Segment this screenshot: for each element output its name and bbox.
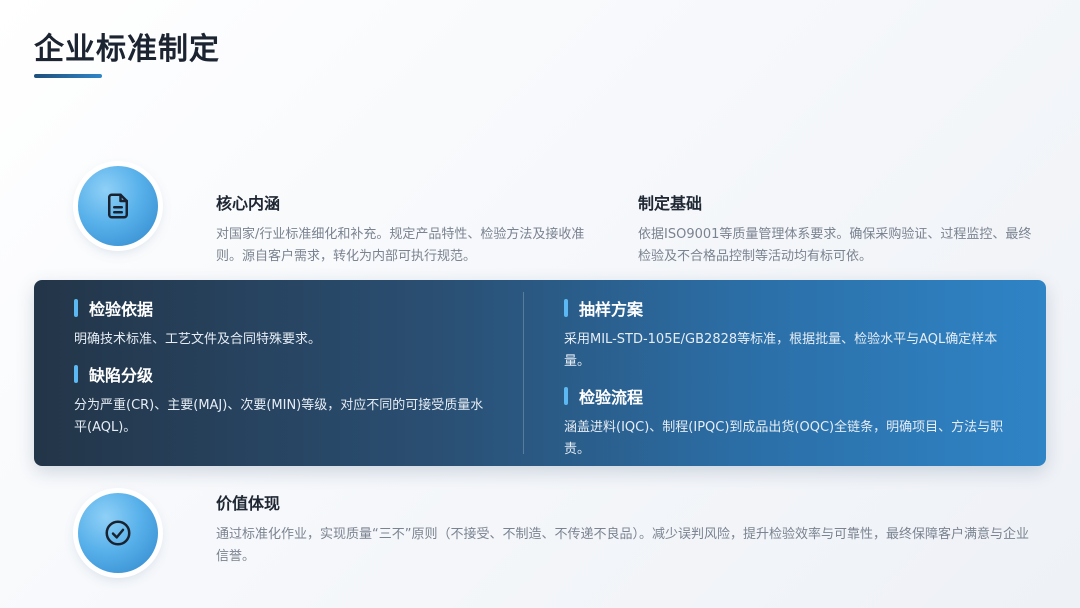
basis-title: 制定基础: [638, 194, 703, 213]
value-block: 价值体现 通过标准化作业，实现质量“三不”原则（不接受、不制造、不传递不良品）。…: [216, 490, 1036, 568]
document-icon-badge: [78, 166, 158, 246]
band-item-text: 涵盖进料(IQC)、制程(IPQC)到成品出货(OQC)全链条，明确项目、方法与…: [564, 420, 1004, 457]
band-item-inspection-process: 检验流程 涵盖进料(IQC)、制程(IPQC)到成品出货(OQC)全链条，明确项…: [564, 384, 1004, 461]
core-meaning-block: 核心内涵 对国家/行业标准细化和补充。规定产品特性、检验方法及接收准则。源自客户…: [216, 190, 606, 268]
accent-bar: [74, 299, 78, 317]
band-item-title: 抽样方案: [579, 300, 644, 319]
band-item-defect-grading: 缺陷分级 分为严重(CR)、主要(MAJ)、次要(MIN)等级，对应不同的可接受…: [74, 362, 494, 439]
value-title: 价值体现: [216, 494, 281, 513]
page-title: 企业标准制定: [34, 32, 220, 67]
band-item-text: 分为严重(CR)、主要(MAJ)、次要(MIN)等级，对应不同的可接受质量水平(…: [74, 398, 484, 435]
band-divider: [523, 292, 524, 454]
value-text: 通过标准化作业，实现质量“三不”原则（不接受、不制造、不传递不良品）。减少误判风…: [216, 527, 1029, 564]
accent-bar: [564, 299, 568, 317]
check-circle-icon-badge: [78, 493, 158, 573]
title-underline: [34, 74, 102, 78]
standard-elements-band: 检验依据 明确技术标准、工艺文件及合同特殊要求。 缺陷分级 分为严重(CR)、主…: [34, 280, 1046, 466]
band-item-title: 缺陷分级: [89, 366, 154, 385]
accent-bar: [74, 365, 78, 383]
band-item-sampling-plan: 抽样方案 采用MIL-STD-105E/GB2828等标准，根据批量、检验水平与…: [564, 296, 1004, 373]
band-item-text: 明确技术标准、工艺文件及合同特殊要求。: [74, 332, 322, 347]
check-circle-icon: [105, 520, 131, 546]
band-item-text: 采用MIL-STD-105E/GB2828等标准，根据批量、检验水平与AQL确定…: [564, 332, 998, 369]
document-icon: [108, 193, 128, 219]
core-meaning-title: 核心内涵: [216, 194, 281, 213]
band-item-title: 检验流程: [579, 388, 644, 407]
band-item-title: 检验依据: [89, 300, 154, 319]
basis-block: 制定基础 依据ISO9001等质量管理体系要求。确保采购验证、过程监控、最终检验…: [638, 190, 1038, 268]
core-meaning-text: 对国家/行业标准细化和补充。规定产品特性、检验方法及接收准则。源自客户需求，转化…: [216, 227, 585, 264]
band-item-inspection-basis: 检验依据 明确技术标准、工艺文件及合同特殊要求。: [74, 296, 494, 351]
basis-text: 依据ISO9001等质量管理体系要求。确保采购验证、过程监控、最终检验及不合格品…: [638, 227, 1032, 264]
accent-bar: [564, 387, 568, 405]
